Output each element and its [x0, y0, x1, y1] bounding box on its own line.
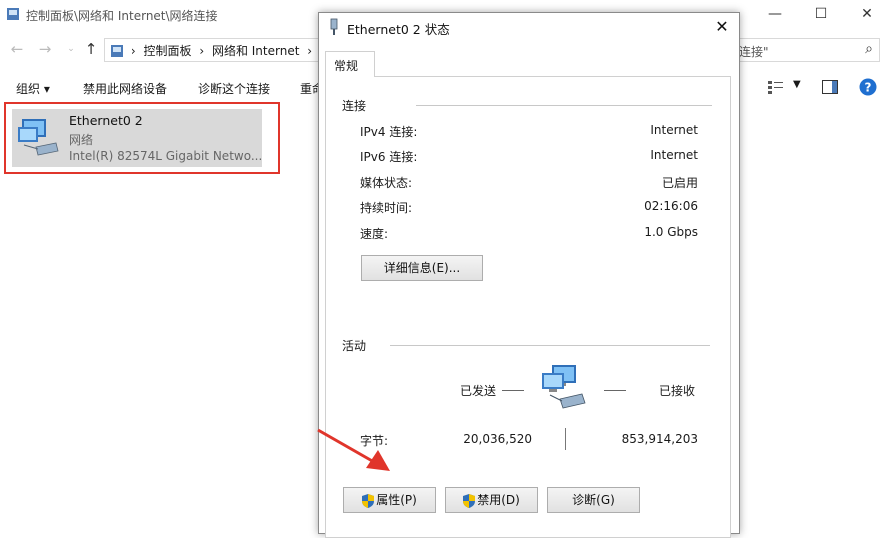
- disable-button[interactable]: 禁用(D): [445, 487, 538, 513]
- divider: [416, 105, 712, 106]
- dialog-title: Ethernet0 2 状态: [347, 22, 450, 37]
- sent-label: 已发送: [460, 384, 497, 398]
- view-dropdown-icon[interactable]: ▼: [793, 79, 801, 90]
- breadcrumb: › 控制面板 › 网络和 Internet ›: [111, 42, 316, 59]
- received-label: 已接收: [659, 384, 696, 398]
- uac-shield-icon: [362, 493, 375, 508]
- properties-button[interactable]: 属性(P): [343, 487, 436, 513]
- bytes-sent: 20,036,520: [463, 432, 532, 446]
- search-input[interactable]: 连接" ⌕: [737, 38, 880, 62]
- ipv4-label: IPv4 连接:: [360, 125, 418, 139]
- search-icon: ⌕: [865, 41, 873, 57]
- sent-line: [502, 390, 524, 391]
- bytes-received: 853,914,203: [621, 432, 698, 446]
- address-bar[interactable]: › 控制面板 › 网络和 Internet ›: [104, 38, 320, 62]
- minimize-button[interactable]: —: [762, 3, 788, 25]
- duration-value: 02:16:06: [644, 199, 698, 213]
- diagnose-command[interactable]: 诊断这个连接: [198, 80, 270, 97]
- properties-label: 属性(P): [376, 493, 417, 507]
- close-icon[interactable]: ✕: [709, 15, 735, 39]
- breadcrumb-item[interactable]: 网络和 Internet: [212, 44, 299, 58]
- close-window-button[interactable]: ✕: [854, 3, 880, 25]
- media-state-label: 媒体状态:: [360, 176, 413, 190]
- highlight-box: [4, 102, 280, 174]
- back-arrow-icon[interactable]: ←: [6, 34, 28, 64]
- received-line: [604, 390, 626, 391]
- diagnose-button[interactable]: 诊断(G): [547, 487, 640, 513]
- disable-device-command[interactable]: 禁用此网络设备: [83, 80, 167, 97]
- disable-label: 禁用(D): [477, 493, 520, 507]
- window-title: 控制面板\网络和 Internet\网络连接: [26, 9, 218, 23]
- media-state-value: 已启用: [661, 176, 698, 190]
- forward-arrow-icon[interactable]: →: [34, 34, 56, 64]
- maximize-button[interactable]: ☐: [808, 3, 834, 25]
- network-activity-icon: [542, 365, 586, 409]
- ipv6-value: Internet: [650, 148, 698, 162]
- ipv4-value: Internet: [650, 123, 698, 137]
- speed-value: 1.0 Gbps: [644, 225, 698, 239]
- details-button[interactable]: 详细信息(E)...: [361, 255, 483, 281]
- tab-general[interactable]: 常规: [325, 51, 375, 77]
- preview-pane-icon[interactable]: [822, 80, 838, 94]
- uac-shield-icon: [463, 493, 476, 508]
- search-placeholder: 连接": [739, 45, 769, 59]
- help-icon[interactable]: ?: [859, 78, 877, 96]
- annotation-arrow-icon: [317, 428, 390, 471]
- up-arrow-icon[interactable]: ↑: [80, 34, 102, 64]
- breadcrumb-item[interactable]: 控制面板: [143, 44, 191, 58]
- speed-label: 速度:: [360, 227, 389, 241]
- recent-dropdown-icon[interactable]: ⌄: [60, 34, 82, 64]
- activity-heading: 活动: [342, 339, 367, 353]
- ethernet-icon: [330, 18, 338, 35]
- organize-menu[interactable]: 组织 ▾: [16, 80, 50, 97]
- control-panel-icon: [111, 45, 123, 57]
- duration-label: 持续时间:: [360, 201, 413, 215]
- view-options-icon[interactable]: [768, 80, 784, 94]
- ipv6-label: IPv6 连接:: [360, 150, 418, 164]
- tab-general-label: 常规: [334, 59, 359, 73]
- control-panel-icon: [7, 8, 19, 20]
- divider: [390, 345, 710, 346]
- connection-heading: 连接: [342, 99, 367, 113]
- svg-text:?: ?: [865, 81, 872, 95]
